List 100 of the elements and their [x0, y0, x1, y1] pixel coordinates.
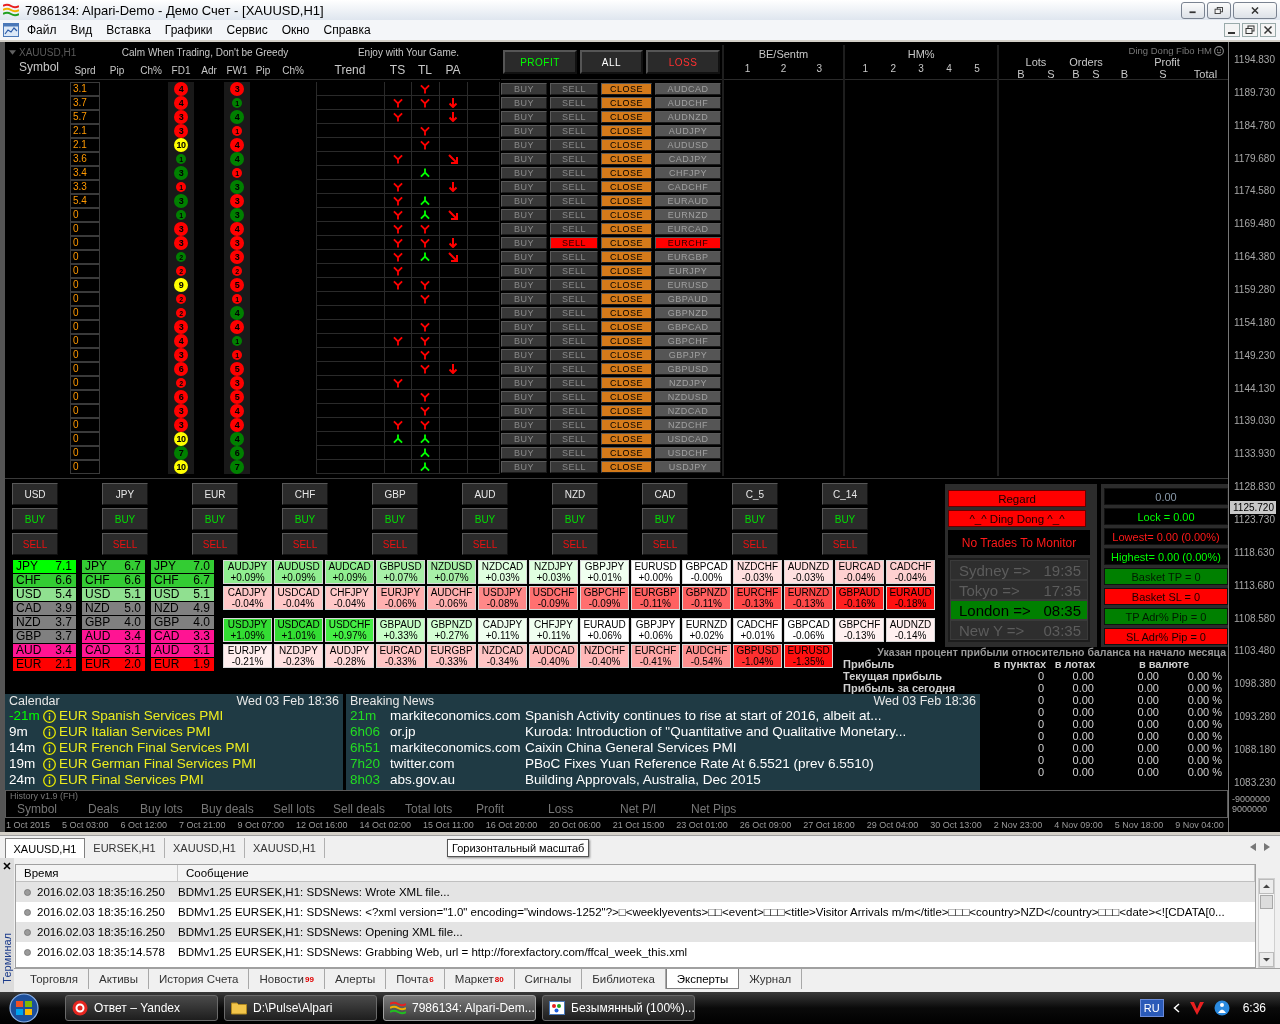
close-position-button[interactable]: CLOSE	[601, 237, 652, 249]
sell-button[interactable]: SELL	[550, 111, 598, 123]
event-title[interactable]: EUR Italian Services PMI	[59, 724, 211, 740]
sell-button[interactable]: SELL	[550, 251, 598, 263]
buy-button[interactable]: BUY	[501, 307, 547, 319]
sell-button[interactable]: SELL	[550, 153, 598, 165]
buy-button[interactable]: BUY	[501, 195, 547, 207]
close-position-button[interactable]: CLOSE	[601, 181, 652, 193]
buy-button[interactable]: BUY	[501, 335, 547, 347]
sell-button[interactable]: SELL	[550, 363, 598, 375]
sell-button[interactable]: SELL	[550, 265, 598, 277]
log-row[interactable]: 2016.02.03 18:35:14.578 BDMv1.25 EURSEK,H1: SDSNews: Grabbing Web, url = http://forexfactory.com/ffcal_week_this.xml	[16, 942, 1255, 962]
symbol-button[interactable]: NZDCHF	[655, 419, 721, 431]
buy-button[interactable]: BUY	[501, 433, 547, 445]
news-headline[interactable]: Caixin China General Services PMI	[525, 740, 737, 756]
buy-button[interactable]: BUY	[501, 265, 547, 277]
sell-button[interactable]: SELL	[552, 533, 598, 555]
currency-button[interactable]: AUD	[462, 483, 508, 505]
buy-button[interactable]: BUY	[372, 508, 418, 530]
sell-button[interactable]: SELL	[550, 83, 598, 95]
sell-button[interactable]: SELL	[550, 139, 598, 151]
buy-button[interactable]: BUY	[501, 419, 547, 431]
news-headline[interactable]: Kuroda: Introduction of "Quantitative and Qualitative Monetary...	[525, 724, 907, 740]
close-position-button[interactable]: CLOSE	[601, 279, 652, 291]
terminal-tab[interactable]: Активы	[89, 969, 149, 989]
buy-button[interactable]: BUY	[501, 349, 547, 361]
terminal-tab[interactable]: Эксперты	[665, 969, 740, 989]
minimize-icon[interactable]	[1224, 23, 1240, 37]
sell-button[interactable]: SELL	[550, 223, 598, 235]
menu-item[interactable]: Вставка	[99, 21, 158, 39]
buy-button[interactable]: BUY	[501, 279, 547, 291]
close-icon[interactable]	[3, 862, 11, 870]
symbol-button[interactable]: EURUSD	[655, 279, 721, 291]
language-indicator[interactable]: RU	[1139, 999, 1164, 1017]
news-headline[interactable]: Building Approvals, Australia, Dec 2015	[525, 772, 761, 788]
close-position-button[interactable]: CLOSE	[601, 153, 652, 165]
symbol-button[interactable]: GBPNZD	[655, 307, 721, 319]
currency-button[interactable]: USD	[12, 483, 58, 505]
symbol-button[interactable]: EURCHF	[655, 237, 721, 249]
buy-button[interactable]: BUY	[501, 293, 547, 305]
terminal-tab[interactable]: Торговля	[20, 969, 90, 989]
sell-button[interactable]: SELL	[550, 293, 598, 305]
close-position-button[interactable]: CLOSE	[601, 419, 652, 431]
close-position-button[interactable]: CLOSE	[601, 83, 652, 95]
tray-app-icon[interactable]	[1213, 1000, 1230, 1016]
symbol-button[interactable]: EURAUD	[655, 195, 721, 207]
sell-button[interactable]: SELL	[550, 335, 598, 347]
scroll-down-icon[interactable]	[1259, 952, 1274, 967]
buy-button[interactable]: BUY	[501, 447, 547, 459]
close-position-button[interactable]: CLOSE	[601, 125, 652, 137]
sell-button[interactable]: SELL	[550, 195, 598, 207]
currency-button[interactable]: C_5	[732, 483, 778, 505]
close-position-button[interactable]: CLOSE	[601, 251, 652, 263]
menu-item[interactable]: Справка	[316, 21, 378, 39]
symbol-button[interactable]: AUDNZD	[655, 111, 721, 123]
symbol-button[interactable]: EURGBP	[655, 251, 721, 263]
sell-button[interactable]: SELL	[550, 167, 598, 179]
menu-item[interactable]: Вид	[63, 21, 100, 39]
all-button[interactable]: ALL	[580, 50, 643, 74]
close-position-button[interactable]: CLOSE	[601, 307, 652, 319]
currency-button[interactable]: CAD	[642, 483, 688, 505]
currency-button[interactable]: C_14	[822, 483, 868, 505]
sell-button[interactable]: SELL	[550, 209, 598, 221]
symbol-button[interactable]: NZDUSD	[655, 391, 721, 403]
sell-button[interactable]: SELL	[550, 433, 598, 445]
sell-button[interactable]: SELL	[282, 533, 328, 555]
buy-button[interactable]: BUY	[501, 167, 547, 179]
log-row[interactable]: 2016.02.03 18:35:16.250 BDMv1.25 EURSEK,H1: SDSNews: Opening XML file...	[16, 922, 1255, 942]
terminal-tab[interactable]: Алерты	[324, 969, 387, 989]
close-position-button[interactable]: CLOSE	[601, 265, 652, 277]
event-title[interactable]: EUR Final Services PMI	[59, 772, 204, 788]
restore-icon[interactable]	[1207, 1, 1231, 19]
event-title[interactable]: EUR French Final Services PMI	[59, 740, 250, 756]
close-position-button[interactable]: CLOSE	[601, 335, 652, 347]
close-position-button[interactable]: CLOSE	[601, 461, 652, 473]
currency-button[interactable]: JPY	[102, 483, 148, 505]
sell-button[interactable]: SELL	[550, 349, 598, 361]
v-mark-icon[interactable]	[1188, 1000, 1205, 1016]
taskbar-button[interactable]: 7986134: Alpari-Dem...	[383, 995, 536, 1021]
sell-button[interactable]: SELL	[550, 461, 598, 473]
buy-button[interactable]: BUY	[642, 508, 688, 530]
buy-button[interactable]: BUY	[462, 508, 508, 530]
terminal-tab[interactable]: Сигналы	[514, 969, 583, 989]
buy-button[interactable]: BUY	[501, 209, 547, 221]
chart-tab[interactable]: XAUUSD,H1	[5, 838, 85, 858]
buy-button[interactable]: BUY	[501, 223, 547, 235]
event-title[interactable]: EUR Spanish Services PMI	[59, 708, 224, 724]
sell-button[interactable]: SELL	[12, 533, 58, 555]
news-headline[interactable]: Spanish Activity continues to rise at start of 2016, albeit at...	[525, 708, 882, 724]
close-position-button[interactable]: CLOSE	[601, 97, 652, 109]
close-position-button[interactable]: CLOSE	[601, 139, 652, 151]
buy-button[interactable]: BUY	[501, 97, 547, 109]
close-position-button[interactable]: CLOSE	[601, 405, 652, 417]
buy-button[interactable]: BUY	[192, 508, 238, 530]
currency-button[interactable]: CHF	[282, 483, 328, 505]
close-icon[interactable]	[1260, 23, 1276, 37]
buy-button[interactable]: BUY	[282, 508, 328, 530]
taskbar-button[interactable]: D:\Pulse\Alpari	[224, 995, 377, 1021]
sell-button[interactable]: SELL	[550, 279, 598, 291]
symbol-button[interactable]: CADJPY	[655, 153, 721, 165]
